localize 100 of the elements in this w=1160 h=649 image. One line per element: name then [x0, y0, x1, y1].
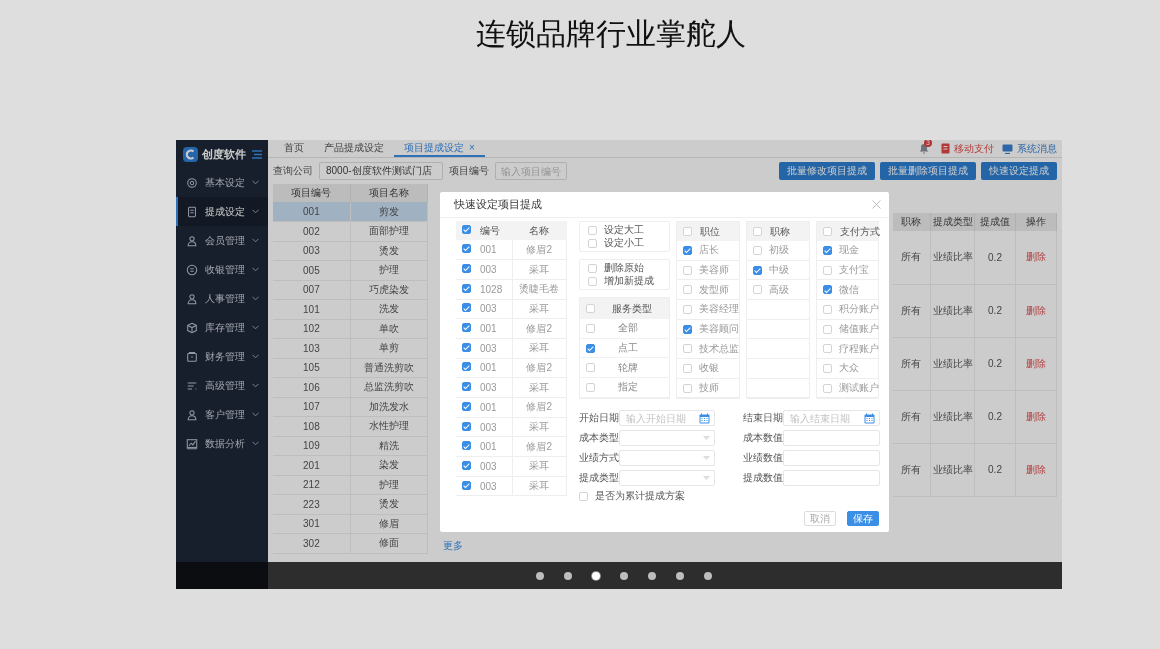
- sidebar-item[interactable]: 数据分析: [176, 429, 268, 458]
- table-cell[interactable]: 105: [273, 358, 351, 378]
- save-button[interactable]: 保存: [847, 511, 879, 526]
- company-select[interactable]: 8000-创度软件测试门店: [319, 162, 443, 180]
- checkbox[interactable]: [461, 303, 471, 313]
- table-cell[interactable]: 302: [273, 533, 351, 553]
- sidebar-item[interactable]: 会员管理: [176, 226, 268, 255]
- checkbox[interactable]: [461, 342, 471, 352]
- action-button[interactable]: 批量修改项目提成: [779, 162, 875, 180]
- table-cell[interactable]: 106: [273, 377, 351, 397]
- table-cell[interactable]: 修面: [350, 533, 428, 553]
- input-field[interactable]: [783, 470, 880, 486]
- checkbox[interactable]: [753, 265, 762, 275]
- checkbox[interactable]: [586, 343, 595, 353]
- checkbox[interactable]: [823, 285, 832, 295]
- table-cell[interactable]: 单吹: [350, 319, 428, 339]
- table-cell[interactable]: 护理: [350, 475, 428, 495]
- select-field[interactable]: [619, 470, 715, 486]
- checkbox[interactable]: [461, 401, 471, 411]
- delete-link[interactable]: 删除: [1026, 304, 1046, 316]
- table-cell[interactable]: 107: [273, 397, 351, 417]
- delete-link[interactable]: 删除: [1026, 410, 1046, 422]
- action-button[interactable]: 快速设定提成: [981, 162, 1057, 180]
- checkbox[interactable]: [461, 382, 471, 392]
- sidebar-item[interactable]: 提成设定: [176, 197, 268, 226]
- bell-icon[interactable]: [919, 143, 929, 154]
- tab[interactable]: 项目提成设定 ×: [394, 140, 485, 157]
- sidebar-item[interactable]: 高级管理: [176, 371, 268, 400]
- table-cell[interactable]: 剪发: [350, 202, 428, 222]
- sidebar-item[interactable]: 库存管理: [176, 313, 268, 342]
- table-cell[interactable]: 普通洗剪吹: [350, 358, 428, 378]
- checkbox[interactable]: [461, 283, 471, 293]
- delete-link[interactable]: 删除: [1026, 251, 1046, 263]
- table-cell[interactable]: 加洗发水: [350, 397, 428, 417]
- sidebar-item[interactable]: 人事管理: [176, 284, 268, 313]
- table-cell[interactable]: 212: [273, 475, 351, 495]
- sidebar-item[interactable]: 客户管理: [176, 400, 268, 429]
- checkbox[interactable]: [823, 245, 832, 255]
- table-cell[interactable]: 101: [273, 299, 351, 319]
- table-cell[interactable]: 精洗: [350, 436, 428, 456]
- table-cell[interactable]: 223: [273, 494, 351, 514]
- table-cell[interactable]: 水性护理: [350, 416, 428, 436]
- tab[interactable]: 产品提成设定: [314, 140, 394, 157]
- checkbox[interactable]: [683, 324, 692, 334]
- header-link[interactable]: 系统消息: [1017, 141, 1057, 156]
- calendar-icon[interactable]: [864, 412, 875, 424]
- tab[interactable]: 首页: [274, 140, 314, 157]
- action-button[interactable]: 批量删除项目提成: [880, 162, 976, 180]
- table-cell[interactable]: 109: [273, 436, 351, 456]
- table-cell[interactable]: 103: [273, 338, 351, 358]
- table-cell[interactable]: 面部护理: [350, 221, 428, 241]
- close-button[interactable]: [872, 200, 881, 209]
- input-field[interactable]: [783, 430, 880, 446]
- checkbox[interactable]: [461, 244, 471, 254]
- header-link[interactable]: 移动支付: [954, 141, 994, 156]
- table-cell[interactable]: 007: [273, 280, 351, 300]
- carousel-dot[interactable]: [564, 571, 572, 580]
- table-cell[interactable]: 总监洗剪吹: [350, 377, 428, 397]
- checkbox[interactable]: [683, 245, 692, 255]
- table-cell[interactable]: 002: [273, 221, 351, 241]
- table-cell[interactable]: 修眉: [350, 514, 428, 534]
- carousel-dot[interactable]: [704, 571, 712, 580]
- checkbox[interactable]: [461, 323, 471, 333]
- checkbox[interactable]: [461, 264, 471, 274]
- table-cell[interactable]: 洗发: [350, 299, 428, 319]
- table-cell[interactable]: 001: [273, 202, 351, 222]
- carousel-dot[interactable]: [620, 571, 628, 580]
- sidebar-item[interactable]: 财务管理: [176, 342, 268, 371]
- sidebar-item[interactable]: 收银管理: [176, 255, 268, 284]
- checkbox[interactable]: [461, 421, 471, 431]
- table-cell[interactable]: 单剪: [350, 338, 428, 358]
- table-cell[interactable]: 染发: [350, 455, 428, 475]
- close-button[interactable]: ×: [469, 142, 475, 153]
- input-field[interactable]: [783, 450, 880, 466]
- checkbox[interactable]: [461, 480, 471, 490]
- table-cell[interactable]: 烫发: [350, 494, 428, 514]
- more-link[interactable]: 更多: [443, 536, 463, 556]
- carousel-dot[interactable]: [648, 571, 656, 580]
- checkbox[interactable]: [461, 225, 471, 234]
- table-cell[interactable]: 护理: [350, 260, 428, 280]
- checkbox[interactable]: [461, 362, 471, 372]
- table-cell[interactable]: 301: [273, 514, 351, 534]
- checkbox[interactable]: [461, 460, 471, 470]
- carousel-dot[interactable]: [676, 571, 684, 580]
- checkbox[interactable]: [461, 441, 471, 451]
- calendar-icon[interactable]: [699, 412, 710, 424]
- table-cell[interactable]: 102: [273, 319, 351, 339]
- table-cell[interactable]: 003: [273, 241, 351, 261]
- carousel-dot[interactable]: [592, 571, 600, 580]
- table-cell[interactable]: 005: [273, 260, 351, 280]
- delete-link[interactable]: 删除: [1026, 357, 1046, 369]
- carousel-dot[interactable]: [536, 571, 544, 580]
- delete-link[interactable]: 删除: [1026, 463, 1046, 475]
- table-cell[interactable]: 108: [273, 416, 351, 436]
- menu-icon[interactable]: [252, 149, 262, 159]
- table-cell[interactable]: 201: [273, 455, 351, 475]
- select-field[interactable]: [619, 430, 715, 446]
- table-cell[interactable]: 巧虎染发: [350, 280, 428, 300]
- select-field[interactable]: [619, 450, 715, 466]
- sidebar-item[interactable]: 基本设定: [176, 168, 268, 197]
